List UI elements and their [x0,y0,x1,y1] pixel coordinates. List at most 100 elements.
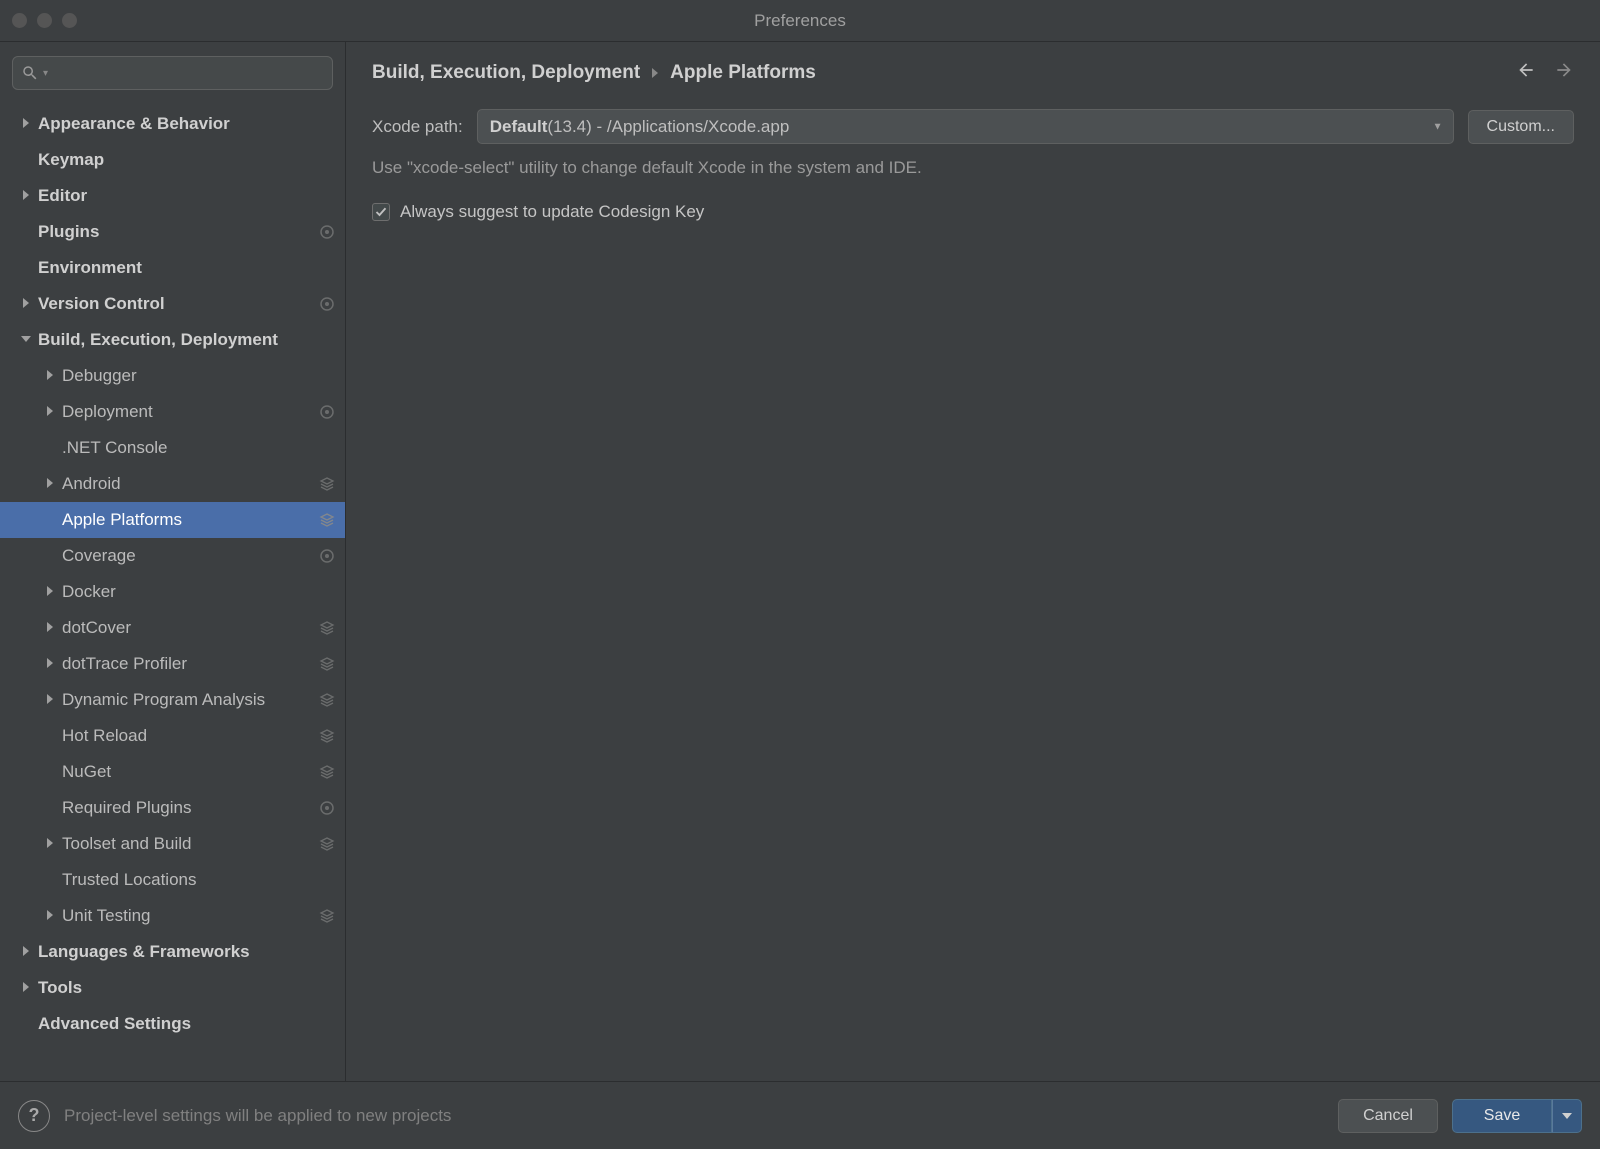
chevron-right-icon[interactable] [42,909,58,923]
tree-item-dynamic-program-analysis[interactable]: Dynamic Program Analysis [0,682,345,718]
tree-item-debugger[interactable]: Debugger [0,358,345,394]
chevron-right-icon[interactable] [42,621,58,635]
project-settings-icon [319,224,335,240]
chevron-right-icon[interactable] [42,657,58,671]
search-icon [21,64,39,82]
chevron-right-icon[interactable] [18,189,34,203]
tree-item-label: Environment [38,258,335,278]
xcode-path-label: Xcode path: [372,117,463,137]
tree-item-tools[interactable]: Tools [0,970,345,1006]
tree-item-label: Trusted Locations [62,870,335,890]
save-dropdown-button[interactable] [1552,1099,1582,1133]
chevron-right-icon[interactable] [18,297,34,311]
tree-item-label: Android [62,474,319,494]
tree-item-trusted-locations[interactable]: Trusted Locations [0,862,345,898]
tree-item-plugins[interactable]: Plugins [0,214,345,250]
layered-settings-icon [319,764,335,780]
project-settings-icon [319,404,335,420]
tree-item--net-console[interactable]: .NET Console [0,430,345,466]
layered-settings-icon [319,476,335,492]
project-settings-icon [319,800,335,816]
chevron-right-icon[interactable] [42,405,58,419]
tree-item-label: Unit Testing [62,906,319,926]
tree-item-label: dotTrace Profiler [62,654,319,674]
tree-item-appearance-behavior[interactable]: Appearance & Behavior [0,106,345,142]
tree-item-apple-platforms[interactable]: Apple Platforms [0,502,345,538]
xcode-path-value-bold: Default [490,117,548,137]
chevron-down-icon: ▼ [1433,121,1443,132]
breadcrumb-bar: Build, Execution, Deployment Apple Platf… [346,42,1600,99]
tree-item-coverage[interactable]: Coverage [0,538,345,574]
tree-item-label: Advanced Settings [38,1014,335,1034]
tree-item-editor[interactable]: Editor [0,178,345,214]
window-title: Preferences [0,11,1600,31]
search-input[interactable]: ▾ [12,56,333,90]
save-button[interactable]: Save [1452,1099,1552,1133]
search-filter-dropdown-icon[interactable]: ▾ [43,68,48,79]
chevron-right-icon[interactable] [42,693,58,707]
tree-item-hot-reload[interactable]: Hot Reload [0,718,345,754]
cancel-button[interactable]: Cancel [1338,1099,1438,1133]
tree-item-docker[interactable]: Docker [0,574,345,610]
chevron-right-icon [650,65,660,81]
tree-item-label: dotCover [62,618,319,638]
layered-settings-icon [319,512,335,528]
chevron-right-icon[interactable] [18,981,34,995]
tree-item-label: Dynamic Program Analysis [62,690,319,710]
tree-item-label: Required Plugins [62,798,319,818]
nav-forward-button[interactable] [1554,60,1574,85]
titlebar: Preferences [0,0,1600,42]
tree-item-advanced-settings[interactable]: Advanced Settings [0,1006,345,1042]
tree-item-build-execution-deployment[interactable]: Build, Execution, Deployment [0,322,345,358]
xcode-hint-text: Use "xcode-select" utility to change def… [372,158,1574,178]
tree-item-label: Toolset and Build [62,834,319,854]
chevron-right-icon[interactable] [42,585,58,599]
nav-back-button[interactable] [1516,60,1536,85]
tree-item-nuget[interactable]: NuGet [0,754,345,790]
tree-item-toolset-and-build[interactable]: Toolset and Build [0,826,345,862]
tree-item-label: Docker [62,582,335,602]
close-window-button[interactable] [12,13,27,28]
tree-item-unit-testing[interactable]: Unit Testing [0,898,345,934]
xcode-path-select[interactable]: Default (13.4) - /Applications/Xcode.app… [477,109,1454,144]
codesign-checkbox-label[interactable]: Always suggest to update Codesign Key [400,202,704,222]
chevron-right-icon[interactable] [42,477,58,491]
tree-item-label: Editor [38,186,335,206]
tree-item-label: Hot Reload [62,726,319,746]
custom-button[interactable]: Custom... [1468,110,1574,144]
tree-item-label: Debugger [62,366,335,386]
tree-item-label: NuGet [62,762,319,782]
tree-item-label: Version Control [38,294,319,314]
tree-item-android[interactable]: Android [0,466,345,502]
footer: ? Project-level settings will be applied… [0,1081,1600,1149]
window-controls [12,13,77,28]
chevron-right-icon[interactable] [18,945,34,959]
tree-item-label: Build, Execution, Deployment [38,330,335,350]
help-button[interactable]: ? [18,1100,50,1132]
footer-hint: Project-level settings will be applied t… [64,1106,1324,1126]
codesign-checkbox[interactable] [372,203,390,221]
tree-item-label: Keymap [38,150,335,170]
zoom-window-button[interactable] [62,13,77,28]
settings-tree: Appearance & Behavior Keymap Editor Plugins… [0,100,345,1081]
tree-item-label: Languages & Frameworks [38,942,335,962]
tree-item-dottrace-profiler[interactable]: dotTrace Profiler [0,646,345,682]
xcode-path-value-rest: (13.4) - /Applications/Xcode.app [547,117,789,137]
minimize-window-button[interactable] [37,13,52,28]
tree-item-label: Coverage [62,546,319,566]
main-panel: Build, Execution, Deployment Apple Platf… [346,42,1600,1081]
chevron-down-icon[interactable] [18,333,34,347]
breadcrumb-parent[interactable]: Build, Execution, Deployment [372,62,640,84]
tree-item-environment[interactable]: Environment [0,250,345,286]
chevron-right-icon[interactable] [42,837,58,851]
tree-item-languages-frameworks[interactable]: Languages & Frameworks [0,934,345,970]
chevron-down-icon [1562,1111,1572,1121]
check-icon [375,206,387,218]
chevron-right-icon[interactable] [42,369,58,383]
chevron-right-icon[interactable] [18,117,34,131]
tree-item-deployment[interactable]: Deployment [0,394,345,430]
tree-item-version-control[interactable]: Version Control [0,286,345,322]
tree-item-required-plugins[interactable]: Required Plugins [0,790,345,826]
tree-item-dotcover[interactable]: dotCover [0,610,345,646]
tree-item-keymap[interactable]: Keymap [0,142,345,178]
